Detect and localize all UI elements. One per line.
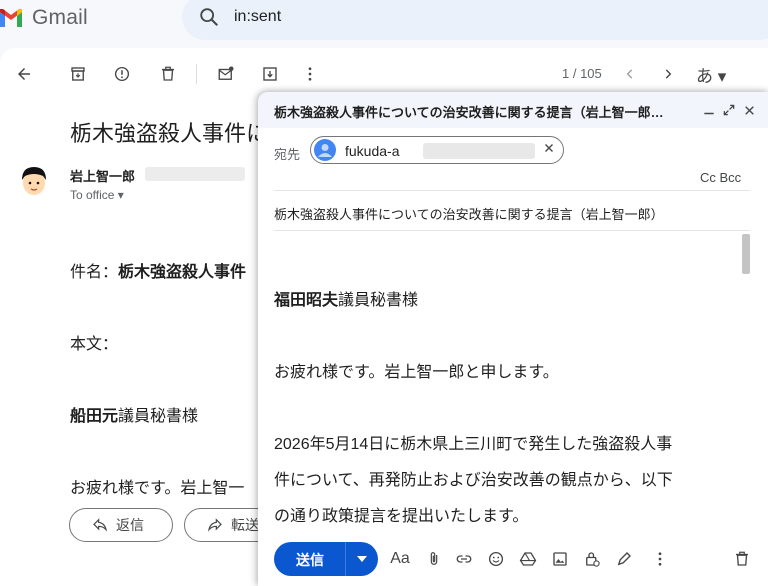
gmail-m-icon [0, 9, 22, 27]
close-icon[interactable] [740, 101, 758, 119]
link-icon[interactable] [454, 549, 474, 569]
divider [274, 190, 750, 191]
send-button[interactable]: 送信 [274, 542, 378, 576]
body-intro[interactable]: お疲れ様です。岩上智一郎と申します。 [274, 358, 559, 382]
confidential-lock-icon[interactable] [582, 549, 602, 569]
recipients-toggle[interactable]: To office ▾ [70, 188, 124, 202]
body-paragraph-line-2[interactable]: 件について、再発防止および治安改善の観点から、以下 [274, 466, 673, 490]
redacted-sender-email [145, 167, 245, 181]
send-divider [345, 542, 346, 576]
greeting-title: 議員秘書様 [338, 292, 419, 309]
delete-icon[interactable] [158, 64, 178, 84]
attach-icon[interactable] [424, 549, 444, 569]
recipient-email: fukuda-a [345, 143, 400, 159]
body-greeting-line: 船田元議員秘書様 [70, 408, 199, 425]
top-bar: Gmail in:sent [0, 0, 768, 46]
sender-name: 岩上智一郎 [70, 169, 136, 184]
gmail-logo[interactable]: Gmail [0, 6, 88, 30]
body-subject-text: 件名：栃木強盗殺人事件 [70, 264, 247, 281]
to-label: 宛先 [274, 147, 301, 162]
body-paragraph-line-1[interactable]: 2026年5月14日に栃木県上三川町で発生した強盗殺人事 [274, 430, 672, 454]
expand-icon[interactable] [720, 101, 738, 119]
email-subject: 栃木強盗殺人事件に [70, 121, 269, 146]
toolbar-divider [196, 64, 197, 84]
back-arrow-icon[interactable] [14, 64, 34, 84]
report-spam-icon[interactable] [112, 64, 132, 84]
snooze-icon[interactable] [260, 64, 280, 84]
minimize-icon[interactable] [700, 101, 718, 119]
formatting-options[interactable]: Aa [390, 549, 410, 569]
drive-icon[interactable] [518, 549, 538, 569]
forward-label: 転送 [231, 517, 259, 533]
send-label: 送信 [296, 552, 324, 568]
body-label-line: 本文： [70, 336, 119, 353]
archive-icon[interactable] [68, 64, 88, 84]
redacted-recipient [423, 143, 535, 159]
prev-icon[interactable] [620, 64, 640, 84]
schedule-send-dropdown-icon[interactable] [354, 551, 370, 567]
cc-bcc-toggle[interactable]: Cc Bcc [700, 170, 741, 185]
reply-button[interactable]: 返信 [69, 508, 173, 542]
input-tools-selector[interactable]: あ ▾ [696, 62, 726, 87]
reply-icon [93, 518, 108, 532]
signature-icon[interactable] [614, 549, 634, 569]
gmail-wordmark: Gmail [32, 6, 88, 29]
body-greeting[interactable]: 福田昭夫議員秘書様 [274, 286, 418, 310]
subject-field[interactable]: 栃木強盗殺人事件についての治安改善に関する提言（岩上智一郎） [274, 204, 664, 223]
body-subject-line: 件名：栃木強盗殺人事件 [70, 258, 246, 282]
recipient-avatar [314, 139, 336, 161]
search-icon[interactable] [198, 6, 220, 28]
divider [274, 230, 750, 231]
more-vert-icon[interactable] [300, 64, 320, 84]
compose-title: 栃木強盗殺人事件についての治安改善に関する提言（岩上智一郎… [274, 105, 664, 120]
pagination-count: 1 / 105 [562, 66, 602, 81]
body-paragraph-line-3[interactable]: の通り政策提言を提出いたします。 [274, 502, 528, 526]
more-options-icon[interactable] [650, 549, 670, 569]
search-input[interactable]: in:sent [234, 8, 281, 26]
discard-draft-icon[interactable] [732, 549, 752, 569]
compose-window: 栃木強盗殺人事件についての治安改善に関する提言（岩上智一郎… 宛先 fukuda… [258, 92, 768, 586]
body-intro-line: お疲れ様です。岩上智一 [70, 480, 245, 497]
scrollbar[interactable] [742, 234, 750, 274]
forward-icon [207, 518, 222, 532]
photo-icon[interactable] [550, 549, 570, 569]
next-icon[interactable] [658, 64, 678, 84]
recipient-chip[interactable]: fukuda-a [310, 136, 564, 164]
avatar [16, 163, 52, 199]
reply-label: 返信 [116, 517, 144, 533]
mark-unread-icon[interactable] [216, 64, 236, 84]
greeting-name: 福田昭夫 [274, 292, 339, 309]
emoji-icon[interactable] [486, 549, 506, 569]
remove-recipient-icon[interactable] [543, 141, 555, 159]
